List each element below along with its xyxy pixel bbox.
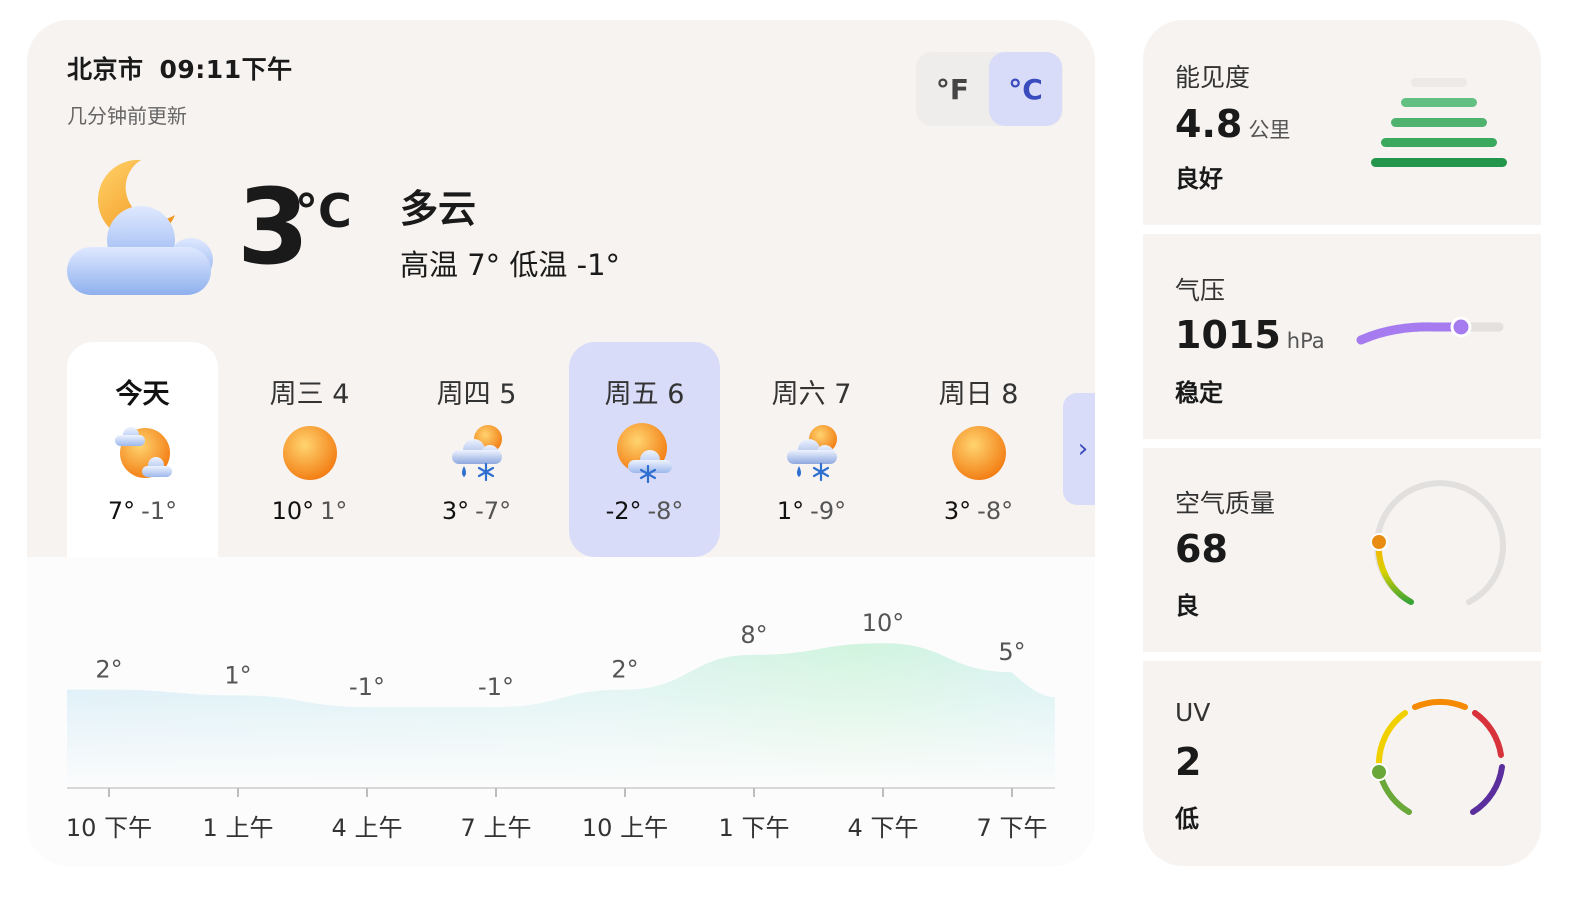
day-temps: 7° -1° — [67, 497, 218, 525]
day-label: 周五 6 — [604, 379, 685, 410]
day-lo: 1° — [320, 497, 348, 525]
day-hi: 10° — [271, 497, 315, 525]
partly-cloudy-icon — [115, 427, 172, 478]
x-tick-label: 4 上午 — [332, 814, 403, 842]
day-lo: -1° — [141, 497, 178, 525]
celsius-button[interactable]: °C — [989, 52, 1062, 126]
day-fri[interactable]: 周五 6 -2° -8° — [569, 342, 720, 557]
day-hi: 1° — [776, 497, 805, 525]
fahrenheit-button[interactable]: °F — [916, 52, 989, 126]
temp-data-label: -1° — [349, 673, 385, 701]
day-label: 周日 8 — [938, 379, 1019, 410]
visibility-card: 能见度 4.8 公里 良好 — [1143, 20, 1541, 225]
x-tick-label: 10 上午 — [582, 814, 668, 842]
day-label: 今天 — [115, 379, 170, 410]
day-label: 周四 5 — [436, 379, 517, 410]
temp-data-label: 2° — [611, 656, 638, 684]
temp-data-label: 1° — [224, 661, 251, 689]
current-unit: °C — [295, 184, 352, 238]
weather-main-card: 北京市 09:11下午 几分钟前更新 °F °C 3 °C 多云 高温 7° 低温… — [27, 20, 1095, 866]
updated-text: 几分钟前更新 — [67, 104, 187, 128]
x-tick-label: 7 下午 — [977, 814, 1048, 842]
partly-cloudy-night-icon — [67, 159, 213, 295]
x-tick-label: 1 下午 — [719, 814, 790, 842]
day-temps: -2° -8° — [569, 497, 720, 525]
day-hi: 7° — [107, 497, 136, 525]
x-tick-label: 1 上午 — [203, 814, 274, 842]
sunny-icon — [952, 426, 1006, 480]
temp-data-label: 5° — [998, 638, 1025, 666]
day-temps: 3° -7° — [401, 497, 552, 525]
visibility-bars-icon — [1371, 78, 1507, 167]
x-tick-label: 4 下午 — [848, 814, 919, 842]
pressure-status: 稳定 — [1175, 379, 1223, 407]
hourly-chart-panel: 2° 10 下午 1° 1 上午 -1° 4 上午 -1° 7 上午 2° 10 上午 8° 1 下午… — [27, 557, 1095, 866]
location-time: 北京市 09:11下午 — [67, 50, 309, 86]
unit-toggle[interactable]: °F °C — [916, 52, 1063, 126]
x-tick-label: 10 下午 — [66, 814, 152, 842]
pressure-trend-icon — [1356, 316, 1504, 345]
temp-data-label: -1° — [478, 673, 514, 701]
local-time: 09:11下午 — [159, 55, 293, 84]
day-sat[interactable]: 周六 7 1° -9° — [736, 342, 887, 557]
day-label: 周六 7 — [771, 379, 852, 410]
day-lo: -8° — [647, 497, 684, 525]
pressure-value: 1015 hPa — [1175, 313, 1325, 357]
visibility-number: 4.8 — [1175, 102, 1243, 146]
uv-status: 低 — [1175, 805, 1199, 833]
pressure-label: 气压 — [1175, 276, 1226, 305]
pressure-number: 1015 — [1175, 313, 1281, 357]
day-lo: -9° — [810, 497, 847, 525]
day-hi: 3° — [943, 497, 972, 525]
temp-data-label: 8° — [740, 621, 767, 649]
uv-index-gauge-icon — [1370, 698, 1505, 815]
pressure-unit: hPa — [1286, 329, 1325, 353]
chevron-right-icon: › — [1077, 434, 1089, 464]
visibility-value: 4.8 公里 — [1175, 102, 1290, 146]
air-quality-card: 空气质量 68 良 — [1143, 448, 1541, 652]
day-lo: -7° — [475, 497, 512, 525]
visibility-unit: 公里 — [1248, 118, 1291, 142]
day-lo: -8° — [977, 497, 1014, 525]
pressure-card: 气压 1015 hPa 稳定 — [1143, 234, 1541, 439]
sunny-icon — [283, 426, 337, 480]
day-label: 周三 4 — [269, 379, 350, 410]
snow-rain-icon — [787, 425, 837, 482]
visibility-label: 能见度 — [1175, 63, 1251, 92]
day-temps: 10° 1° — [234, 497, 385, 525]
uv-card: UV 2 低 — [1143, 661, 1541, 866]
visibility-status: 良好 — [1175, 165, 1223, 193]
day-today[interactable]: 今天 7° -1° — [67, 342, 218, 557]
day-temps: 3° -8° — [903, 497, 1054, 525]
day-temps: 1° -9° — [736, 497, 887, 525]
day-sun[interactable]: 周日 8 3° -8° — [903, 342, 1054, 557]
current-condition: 多云 — [400, 187, 477, 231]
day-wed[interactable]: 周三 4 10° 1° — [234, 342, 385, 557]
day-hi: -2° — [605, 497, 642, 525]
air-quality-value: 68 — [1175, 527, 1228, 571]
snow-sun-icon — [617, 423, 672, 484]
day-hi: 3° — [441, 497, 470, 525]
day-thu[interactable]: 周四 5 3° -7° — [401, 342, 552, 557]
hourly-temperature-chart: 2° 10 下午 1° 1 上午 -1° 4 上午 -1° 7 上午 2° 10 上午 8° 1 下午… — [66, 609, 1055, 842]
city-name: 北京市 — [67, 55, 144, 84]
current-hi-lo: 高温 7° 低温 -1° — [400, 248, 621, 282]
x-tick-label: 7 上午 — [461, 814, 532, 842]
snow-rain-icon — [452, 425, 502, 482]
air-quality-label: 空气质量 — [1175, 489, 1276, 518]
uv-value: 2 — [1175, 740, 1202, 784]
next-days-button[interactable]: › — [1063, 393, 1095, 505]
uv-label: UV — [1175, 698, 1211, 727]
daily-forecast: 今天 7° -1° 周三 4 10° 1° 周四 5 3° -7° 周五 6 -… — [67, 342, 1067, 557]
temp-data-label: 2° — [95, 656, 122, 684]
air-quality-gauge-icon — [1370, 480, 1506, 605]
air-quality-status: 良 — [1175, 592, 1199, 620]
temp-data-label: 10° — [862, 609, 905, 637]
